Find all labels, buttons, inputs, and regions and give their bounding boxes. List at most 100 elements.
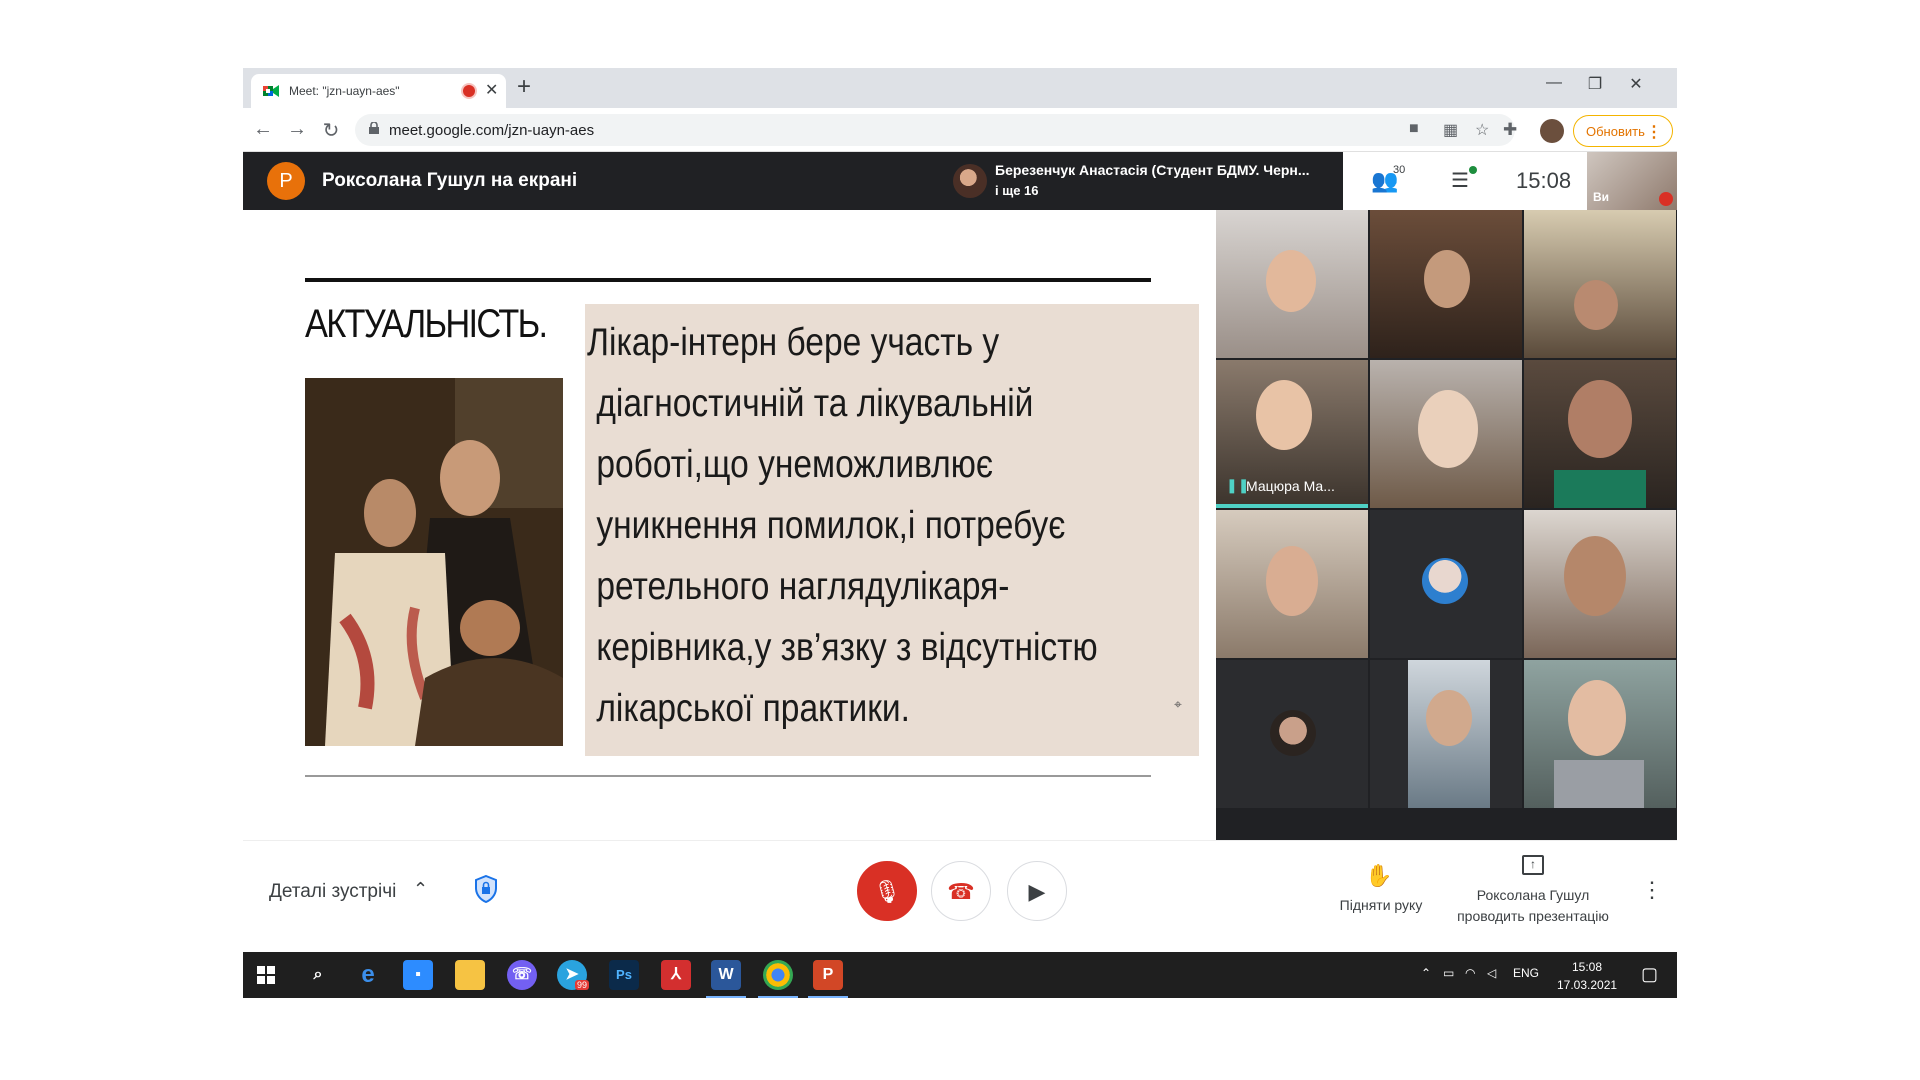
presenting-status[interactable]: Роксолана Гушул проводить презентацію [1443, 885, 1623, 927]
chrome-icon[interactable] [763, 960, 793, 990]
meeting-details-button[interactable]: Деталі зустрічі [269, 881, 396, 903]
leave-call-button[interactable]: ☎ [931, 861, 991, 921]
forward-button[interactable]: → [285, 118, 309, 141]
participant-avatar [1422, 558, 1468, 604]
taskbar-date: 17.03.2021 [1557, 978, 1618, 992]
reload-button[interactable]: ↻ [319, 118, 343, 143]
extensions-puzzle-icon[interactable]: ✚ [1503, 120, 1517, 140]
minimize-button[interactable]: — [1539, 74, 1569, 92]
language-indicator[interactable]: ENG [1513, 966, 1539, 980]
word-active-indicator [706, 996, 746, 998]
notifications-icon[interactable]: ▢ [1641, 964, 1658, 985]
participant-tile[interactable] [1216, 660, 1368, 808]
participant-tile-speaking[interactable]: ❚❚ Мацюра Ма... [1216, 360, 1368, 508]
address-bar: ← → ↻ meet.google.com/jzn-uayn-aes ■ ▦ ☆… [243, 108, 1677, 152]
photo-illustration [305, 378, 563, 746]
meet-favicon-icon [263, 85, 279, 97]
browser-tab-meet[interactable]: Meet: "jzn-uayn-aes" ✕ [251, 74, 506, 108]
acrobat-icon[interactable]: ⅄ [661, 960, 691, 990]
windows-taskbar: ⌕ e ▪ ☏ ➤ 99 Ps ⅄ W P ⌃ ▭ ◠ ◁ ENG 15:08 … [243, 952, 1677, 998]
participant-tile[interactable] [1524, 510, 1676, 658]
zoom-icon[interactable]: ▪ [403, 960, 433, 990]
participant-tile[interactable] [1216, 510, 1368, 658]
slide-text-box: Лікар-інтерн бере участь у діагностичній… [585, 304, 1199, 756]
participant-tile[interactable] [1370, 360, 1522, 508]
chat-icon[interactable]: ☰ [1451, 168, 1469, 193]
update-button[interactable]: Обновить ⋮ [1573, 115, 1673, 147]
more-options-icon[interactable]: ⋮ [1641, 877, 1663, 903]
recording-indicator-icon [463, 85, 475, 97]
meet-top-controls: 👥 30 ☰ 15:08 [1343, 152, 1587, 210]
new-tab-button[interactable]: + [517, 73, 531, 101]
participant-tile[interactable] [1524, 210, 1676, 358]
chat-unread-dot [1469, 166, 1477, 174]
shield-lock-icon[interactable] [475, 875, 497, 903]
chrome-active-indicator [758, 996, 798, 998]
taskbar-clock[interactable]: 15:08 17.03.2021 [1557, 958, 1617, 994]
video-camera-icon: ▶ [1028, 879, 1046, 904]
self-view-tile[interactable]: Ви [1587, 152, 1677, 210]
powerpoint-icon[interactable]: P [813, 960, 843, 990]
participant-tile[interactable] [1524, 360, 1676, 508]
camera-in-use-icon[interactable]: ■ [1409, 120, 1419, 138]
slide-body-line: керівника,у зв’язку з відсутністю [587, 626, 1098, 669]
participant-tile[interactable] [1370, 210, 1522, 358]
hand-icon[interactable]: ✋ [1365, 863, 1392, 889]
back-button[interactable]: ← [251, 118, 275, 141]
raise-hand-label[interactable]: Підняти руку [1331, 897, 1431, 913]
battery-icon[interactable]: ▭ [1443, 966, 1454, 980]
speaker-avatar [953, 164, 987, 198]
volume-icon[interactable]: ◁ [1487, 966, 1496, 980]
participant-name: Мацюра Ма... [1246, 478, 1335, 494]
mouse-cursor-icon: ⌖ [1174, 696, 1182, 712]
speaker-others-count: і ще 16 [995, 183, 1039, 198]
close-window-button[interactable]: ✕ [1621, 74, 1651, 94]
presenting-line-2: проводить презентацію [1457, 908, 1609, 924]
search-icon[interactable]: ⌕ [303, 960, 333, 990]
windows-start-icon[interactable] [257, 966, 275, 984]
people-count: 30 [1393, 164, 1406, 176]
slide-body-line: ретельного наглядулікаря- [587, 565, 1010, 608]
update-label: Обновить [1586, 124, 1645, 139]
participant-avatar [1270, 710, 1316, 756]
wifi-icon[interactable]: ◠ [1465, 966, 1475, 980]
slide-bottom-rule [305, 775, 1151, 777]
participant-tile[interactable] [1370, 660, 1522, 808]
telegram-badge: 99 [575, 980, 590, 990]
omnibox[interactable]: meet.google.com/jzn-uayn-aes ■ ▦ ☆ [355, 114, 1515, 146]
participant-tile[interactable] [1216, 210, 1368, 358]
profile-avatar[interactable] [1540, 119, 1564, 143]
camera-toggle-button[interactable]: ▶ [1007, 861, 1067, 921]
restore-button[interactable]: ❐ [1580, 74, 1610, 94]
photoshop-icon[interactable]: Ps [609, 960, 639, 990]
screen: Meet: "jzn-uayn-aes" ✕ + — ❐ ✕ ← → ↻ mee… [243, 68, 1677, 998]
taskbar-time: 15:08 [1571, 960, 1603, 974]
chevron-up-tray-icon[interactable]: ⌃ [1421, 966, 1431, 980]
participant-tile[interactable] [1370, 510, 1522, 658]
hang-up-icon: ☎ [947, 879, 975, 904]
active-speaker-indicator[interactable]: Березенчук Анастасія (Студент БДМУ. Черн… [943, 152, 1343, 210]
mic-toggle-button[interactable]: 🎙 [857, 861, 917, 921]
slide-body-line: роботі,що унеможливлює [587, 443, 993, 486]
close-tab-icon[interactable]: ✕ [485, 80, 498, 100]
bookmark-star-icon[interactable]: ☆ [1475, 120, 1489, 140]
chevron-up-icon[interactable]: ⌃ [413, 879, 428, 900]
presentation-slide: АКТУАЛЬНІСТЬ. Лікар-інтерн бере участь у… [243, 210, 1216, 840]
presenting-line-1: Роксолана Гушул [1476, 887, 1590, 903]
file-explorer-icon[interactable] [455, 960, 485, 990]
muted-mic-icon [1659, 192, 1673, 206]
viber-icon[interactable]: ☏ [507, 960, 537, 990]
meeting-clock: 15:08 [1516, 168, 1572, 193]
meet-bottom-toolbar: Деталі зустрічі ⌃ 🎙 ☎ ▶ ✋ Підняти руку ↑… [243, 840, 1677, 944]
edge-icon[interactable]: e [353, 960, 383, 990]
slide-photo [305, 378, 563, 746]
slide-top-rule [305, 278, 1151, 282]
present-screen-icon[interactable]: ↑ [1522, 855, 1544, 875]
powerpoint-active-indicator [808, 996, 848, 998]
tab-title: Meet: "jzn-uayn-aes" [289, 84, 400, 98]
participant-tile[interactable] [1524, 660, 1676, 808]
slide-body-line: лікарської практики. [587, 687, 910, 730]
word-icon[interactable]: W [711, 960, 741, 990]
url-text: meet.google.com/jzn-uayn-aes [389, 122, 595, 139]
tab-search-icon[interactable]: ▦ [1443, 120, 1458, 140]
